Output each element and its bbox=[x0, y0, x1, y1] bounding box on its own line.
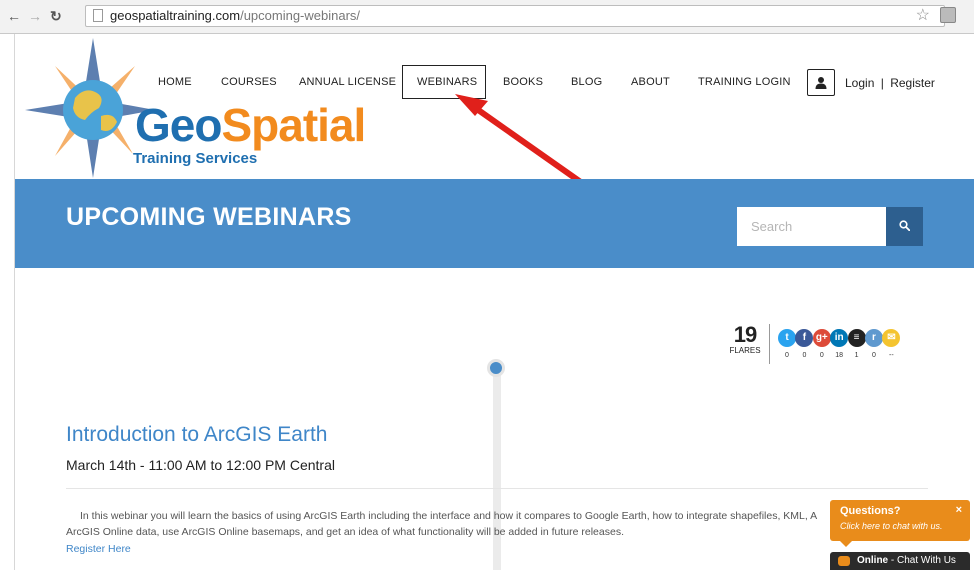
chat-bubble-icon bbox=[838, 556, 850, 566]
facebook-icon[interactable]: f bbox=[795, 329, 814, 347]
chat-status-rest: - Chat With Us bbox=[888, 555, 956, 566]
logo-tagline: Training Services bbox=[133, 150, 258, 167]
login-link[interactable]: Login bbox=[845, 76, 874, 90]
chat-online-bar[interactable]: Online - Chat With Us bbox=[830, 552, 970, 570]
nav-home[interactable]: HOME bbox=[158, 76, 192, 88]
flare-count: 19 bbox=[733, 322, 757, 347]
login-register: Login | Register bbox=[845, 76, 935, 90]
reload-icon[interactable]: ↻ bbox=[50, 8, 62, 24]
register-here-link[interactable]: Register Here bbox=[66, 543, 131, 555]
forward-arrow-icon[interactable]: → bbox=[28, 8, 42, 24]
login-divider: | bbox=[880, 76, 884, 90]
share-count: 18 bbox=[835, 352, 844, 359]
linkedin-icon[interactable]: in bbox=[830, 329, 849, 347]
nav-training-login[interactable]: TRAINING LOGIN bbox=[698, 76, 791, 88]
search-input[interactable] bbox=[749, 207, 883, 246]
nav-courses[interactable]: COURSES bbox=[221, 76, 277, 88]
chat-question-title: Questions? bbox=[840, 505, 901, 517]
share-count: 0 bbox=[819, 352, 824, 359]
twitter-icon[interactable]: t bbox=[778, 329, 796, 347]
content-divider bbox=[66, 488, 928, 489]
extension-icon[interactable] bbox=[940, 7, 956, 23]
share-count: 0 bbox=[785, 352, 789, 359]
share-divider bbox=[769, 324, 770, 364]
nav-about[interactable]: ABOUT bbox=[631, 76, 670, 88]
url-path: /upcoming-webinars/ bbox=[240, 8, 361, 23]
flare-counter: 19 FLARES bbox=[729, 322, 761, 356]
chat-status-text: Online - Chat With Us bbox=[857, 555, 956, 566]
timeline-dot bbox=[487, 359, 505, 377]
search-box bbox=[737, 207, 887, 246]
url-domain: geospatialtraining.com bbox=[110, 8, 241, 23]
webinar-title[interactable]: Introduction to ArcGIS Earth bbox=[66, 423, 327, 447]
user-icon bbox=[815, 77, 827, 89]
page-icon bbox=[93, 9, 103, 22]
share-count: 1 bbox=[854, 352, 859, 359]
register-link[interactable]: Register bbox=[890, 76, 935, 90]
google-plus-icon[interactable]: g+ bbox=[812, 329, 831, 347]
webinar-date: March 14th - 11:00 AM to 12:00 PM Centra… bbox=[66, 457, 335, 473]
reddit-icon[interactable]: r bbox=[865, 329, 883, 347]
chat-questions-popup[interactable]: Questions? × Click here to chat with us. bbox=[830, 500, 970, 547]
close-icon[interactable]: × bbox=[956, 504, 962, 516]
email-icon[interactable]: ✉ bbox=[882, 329, 901, 347]
browser-toolbar: ← → ↻ geospatialtraining.com/upcoming-we… bbox=[0, 0, 974, 34]
search-button[interactable] bbox=[886, 207, 923, 246]
webinar-description: In this webinar you will learn the basic… bbox=[66, 510, 817, 538]
nav-annual-license[interactable]: ANNUAL LICENSE bbox=[299, 76, 396, 88]
page-banner: UPCOMING WEBINARS bbox=[15, 179, 974, 268]
share-count: 0 bbox=[872, 352, 876, 359]
logo-wordmark: GeoSpatial bbox=[135, 99, 366, 151]
chat-popup-tail bbox=[840, 541, 852, 547]
page-border bbox=[14, 34, 15, 570]
star-icon[interactable]: ☆ bbox=[916, 5, 930, 25]
nav-books[interactable]: BOOKS bbox=[503, 76, 543, 88]
page-title: UPCOMING WEBINARS bbox=[66, 203, 352, 231]
site-logo[interactable]: GeoSpatial Training Services bbox=[25, 38, 385, 178]
search-icon bbox=[899, 220, 910, 231]
address-bar[interactable]: geospatialtraining.com/upcoming-webinars… bbox=[85, 5, 945, 27]
url-text[interactable]: geospatialtraining.com/upcoming-webinars… bbox=[110, 8, 360, 23]
chat-hint: Click here to chat with us. bbox=[840, 521, 943, 531]
flare-label: FLARES bbox=[729, 346, 761, 355]
nav-webinars-highlight bbox=[402, 65, 486, 99]
user-account-button[interactable] bbox=[807, 69, 835, 96]
buffer-icon[interactable]: ≡ bbox=[847, 329, 866, 347]
back-arrow-icon[interactable]: ← bbox=[7, 8, 21, 24]
nav-blog[interactable]: BLOG bbox=[571, 76, 602, 88]
share-count: 0 bbox=[802, 352, 807, 359]
share-count: -- bbox=[889, 352, 894, 359]
chat-status: Online bbox=[857, 555, 889, 566]
